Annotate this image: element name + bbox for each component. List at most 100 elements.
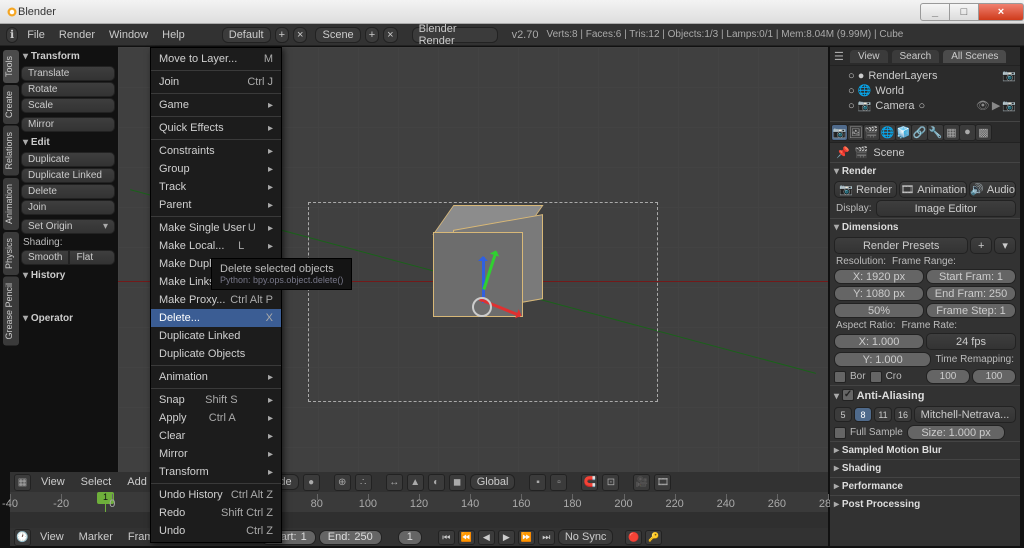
context-constraints-icon[interactable]: 🔗 — [911, 124, 928, 141]
aspect-y-field[interactable]: Y: 1.000 — [834, 352, 931, 367]
panel-operator-header[interactable]: Operator — [21, 309, 115, 328]
timeline-ruler[interactable]: 1 -40-2002040608010012014016018020022024… — [10, 492, 828, 512]
aa-16-toggle[interactable]: 16 — [894, 407, 912, 422]
menu-item-track[interactable]: Track — [151, 178, 281, 196]
render-button[interactable]: 📷 Render — [834, 181, 897, 198]
keyframe-prev-icon[interactable]: ⏪ — [458, 530, 475, 545]
outliner-search[interactable]: Search — [892, 50, 940, 63]
menu-item-apply[interactable]: ApplyCtrl A — [151, 409, 281, 427]
res-y-field[interactable]: Y: 1080 px — [834, 286, 924, 301]
panel-edit-header[interactable]: Edit — [21, 133, 115, 152]
tab-tools[interactable]: Tools — [3, 50, 19, 83]
aspect-x-field[interactable]: X: 1.000 — [834, 334, 924, 349]
layout-selector[interactable]: Default — [222, 27, 271, 43]
sync-selector[interactable]: No Sync — [558, 529, 614, 545]
outliner-view[interactable]: View — [850, 50, 888, 63]
aa-size-field[interactable]: Size: 1.000 px — [907, 425, 1005, 440]
context-world-icon[interactable]: 🌐 — [879, 124, 896, 141]
orientation-selector[interactable]: Global — [470, 474, 516, 490]
jump-end-icon[interactable]: ⏭ — [538, 530, 555, 545]
audio-button[interactable]: 🔊 Audio — [969, 181, 1016, 198]
preset-add-button[interactable]: + — [970, 237, 992, 254]
menu-item-join[interactable]: JoinCtrl J — [151, 73, 281, 91]
editor-type-outliner-icon[interactable]: ☰ — [834, 50, 846, 63]
pin-icon[interactable]: 📌 — [836, 146, 850, 159]
menu-item-make-single-user[interactable]: Make Single UserU — [151, 219, 281, 237]
context-renderlayers-icon[interactable]: 🖼 — [847, 124, 864, 141]
outliner[interactable]: ○ ● RenderLayers📷 ○ 🌐 World ○ 📷 Camera ○… — [830, 66, 1020, 121]
display-selector[interactable]: Image Editor — [876, 200, 1016, 217]
timeline[interactable]: 1 -40-2002040608010012014016018020022024… — [10, 492, 828, 528]
tl-marker[interactable]: Marker — [73, 531, 119, 543]
panel-transform-header[interactable]: Transform — [21, 47, 115, 66]
set-origin-dropdown[interactable]: Set Origin — [21, 219, 115, 234]
manip-translate-icon[interactable]: ▲ — [407, 474, 424, 491]
preset-options-button[interactable]: ▾ — [994, 237, 1016, 254]
tab-animation[interactable]: Animation — [3, 178, 19, 230]
scene-delete-button[interactable]: × — [383, 27, 397, 43]
menu-item-game[interactable]: Game — [151, 96, 281, 114]
outliner-allscenes[interactable]: All Scenes — [943, 50, 1006, 63]
timeline-cursor[interactable]: 1 — [105, 492, 106, 512]
menu-render[interactable]: Render — [52, 29, 102, 41]
render-preview-icon[interactable]: 🎥 — [633, 474, 650, 491]
aa-11-toggle[interactable]: 11 — [874, 407, 892, 422]
renderlayers-camera-icon[interactable]: 📷 — [1002, 69, 1016, 82]
outliner-camera[interactable]: ○ 📷 Camera ○👁▶📷 — [834, 98, 1016, 113]
render-presets-dropdown[interactable]: Render Presets — [834, 237, 968, 254]
engine-selector[interactable]: Blender Render — [412, 27, 498, 43]
layers-2-icon[interactable]: ▫ — [550, 474, 567, 491]
menu-item-delete-[interactable]: Delete...X — [151, 309, 281, 327]
context-render-icon[interactable]: 📷 — [831, 124, 848, 141]
fps-dropdown[interactable]: 24 fps — [926, 333, 1016, 350]
context-object-icon[interactable]: 🧊 — [895, 124, 912, 141]
duplicate-button[interactable]: Duplicate — [21, 152, 115, 167]
current-frame-field[interactable]: 1 — [398, 530, 422, 545]
vh-select[interactable]: Select — [75, 476, 118, 488]
menu-item-undo-history[interactable]: Undo HistoryCtrl Alt Z — [151, 486, 281, 504]
menu-item-redo[interactable]: RedoShift Ctrl Z — [151, 504, 281, 522]
menu-item-constraints[interactable]: Constraints — [151, 142, 281, 160]
window-close-button[interactable]: × — [978, 3, 1024, 21]
manip-rotate-icon[interactable]: ◐ — [428, 474, 445, 491]
res-percent-field[interactable]: 50% — [834, 303, 924, 318]
border-checkbox[interactable] — [834, 371, 846, 383]
layers-1-icon[interactable]: ▪ — [529, 474, 546, 491]
end-frame-prop[interactable]: End Fram: 250 — [926, 286, 1016, 301]
join-button[interactable]: Join — [21, 200, 115, 215]
vh-view[interactable]: View — [35, 476, 71, 488]
editor-type-3dview-icon[interactable]: ▦ — [14, 474, 31, 491]
translate-button[interactable]: Translate — [21, 66, 115, 81]
scene-selector[interactable]: Scene — [315, 27, 360, 43]
scene-add-button[interactable]: + — [365, 27, 379, 43]
tl-view[interactable]: View — [34, 531, 70, 543]
context-data-icon[interactable]: ▦ — [943, 124, 960, 141]
pivot-icon[interactable]: ⊕ — [334, 474, 351, 491]
duplicate-linked-button[interactable]: Duplicate Linked — [21, 168, 115, 183]
layout-add-button[interactable]: + — [275, 27, 289, 43]
tab-create[interactable]: Create — [3, 85, 19, 124]
camera-eye-icon[interactable]: 👁 — [976, 99, 990, 112]
menu-item-duplicate-linked[interactable]: Duplicate Linked — [151, 327, 281, 345]
scale-button[interactable]: Scale — [21, 98, 115, 113]
performance-header[interactable]: Performance — [830, 477, 1020, 495]
smooth-button[interactable]: Smooth — [21, 250, 69, 265]
scene-name[interactable]: Scene — [873, 147, 904, 159]
menu-item-transform[interactable]: Transform — [151, 463, 281, 481]
menu-item-move-to-layer-[interactable]: Move to Layer...M — [151, 50, 281, 68]
menu-help[interactable]: Help — [155, 29, 192, 41]
panel-history-header[interactable]: History — [21, 266, 115, 285]
layout-delete-button[interactable]: × — [293, 27, 307, 43]
play-reverse-icon[interactable]: ◀ — [478, 530, 495, 545]
menu-item-snap[interactable]: SnapShift S — [151, 391, 281, 409]
render-header[interactable]: Render — [830, 162, 1020, 180]
full-sample-checkbox[interactable] — [834, 427, 846, 439]
menu-file[interactable]: File — [20, 29, 52, 41]
delete-button[interactable]: Delete — [21, 184, 115, 199]
play-icon[interactable]: ▶ — [498, 530, 515, 545]
aa-8-toggle[interactable]: 8 — [854, 407, 872, 422]
shading-header[interactable]: Shading — [830, 459, 1020, 477]
menu-item-make-proxy-[interactable]: Make Proxy...Ctrl Alt P — [151, 291, 281, 309]
tab-relations[interactable]: Relations — [3, 126, 19, 176]
rotate-button[interactable]: Rotate — [21, 82, 115, 97]
